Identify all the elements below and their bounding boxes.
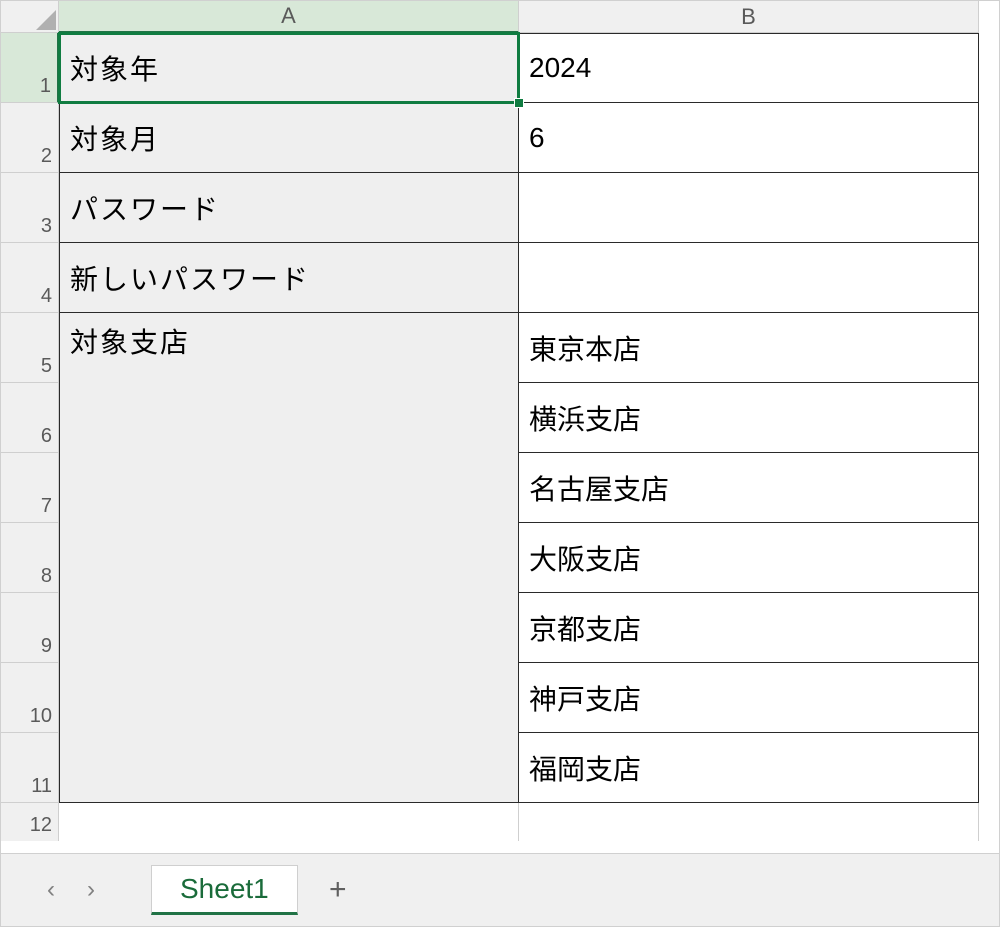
chevron-left-icon: ‹ [47, 876, 55, 904]
row-header-12[interactable]: 12 [1, 803, 59, 841]
cell-A2[interactable]: 対象月 [59, 103, 519, 173]
col-header-B[interactable]: B [519, 1, 979, 33]
column-headers: A B [1, 1, 999, 33]
sheet-tab-bar: ‹ › Sheet1 + [1, 853, 999, 926]
sheet-tab-active[interactable]: Sheet1 [151, 865, 298, 915]
cell-B5[interactable]: 東京本店 [519, 313, 979, 383]
cell-B1[interactable]: 2024 [519, 33, 979, 103]
row-header-3[interactable]: 3 [1, 173, 59, 243]
cell-B12[interactable] [519, 803, 979, 841]
cell-A9[interactable] [59, 593, 519, 663]
row-header-2[interactable]: 2 [1, 103, 59, 173]
plus-icon: + [329, 873, 347, 907]
col-header-A[interactable]: A [59, 1, 519, 33]
row-header-11[interactable]: 11 [1, 733, 59, 803]
spreadsheet-grid: A B 1 対象年 2024 2 対象月 6 3 パスワード 4 新しいパスワー… [1, 1, 999, 853]
cell-B10[interactable]: 神戸支店 [519, 663, 979, 733]
cells-grid: 1 対象年 2024 2 対象月 6 3 パスワード 4 新しいパスワード 5 … [1, 33, 999, 803]
cell-A11[interactable] [59, 733, 519, 803]
row-header-6[interactable]: 6 [1, 383, 59, 453]
cell-B11[interactable]: 福岡支店 [519, 733, 979, 803]
row-header-5[interactable]: 5 [1, 313, 59, 383]
fill-handle[interactable] [514, 98, 524, 108]
cell-B6[interactable]: 横浜支店 [519, 383, 979, 453]
cell-B4[interactable] [519, 243, 979, 313]
row-header-4[interactable]: 4 [1, 243, 59, 313]
cell-A7[interactable] [59, 453, 519, 523]
select-all-corner[interactable] [1, 1, 59, 33]
cell-B9[interactable]: 京都支店 [519, 593, 979, 663]
cell-A3[interactable]: パスワード [59, 173, 519, 243]
sheet-nav-prev[interactable]: ‹ [31, 870, 71, 910]
cell-B3[interactable] [519, 173, 979, 243]
cell-B8[interactable]: 大阪支店 [519, 523, 979, 593]
add-sheet-button[interactable]: + [308, 865, 368, 915]
sheet-nav-next[interactable]: › [71, 870, 111, 910]
row-header-7[interactable]: 7 [1, 453, 59, 523]
row-header-1[interactable]: 1 [1, 33, 59, 103]
cell-A10[interactable] [59, 663, 519, 733]
row-header-10[interactable]: 10 [1, 663, 59, 733]
cell-A1[interactable]: 対象年 [59, 33, 519, 103]
cell-A5[interactable]: 対象支店 [59, 313, 519, 383]
row-header-9[interactable]: 9 [1, 593, 59, 663]
cell-A4[interactable]: 新しいパスワード [59, 243, 519, 313]
cell-B7[interactable]: 名古屋支店 [519, 453, 979, 523]
cell-A8[interactable] [59, 523, 519, 593]
cell-A12[interactable] [59, 803, 519, 841]
cell-B2[interactable]: 6 [519, 103, 979, 173]
chevron-right-icon: › [87, 876, 95, 904]
cell-A6[interactable] [59, 383, 519, 453]
row-header-8[interactable]: 8 [1, 523, 59, 593]
